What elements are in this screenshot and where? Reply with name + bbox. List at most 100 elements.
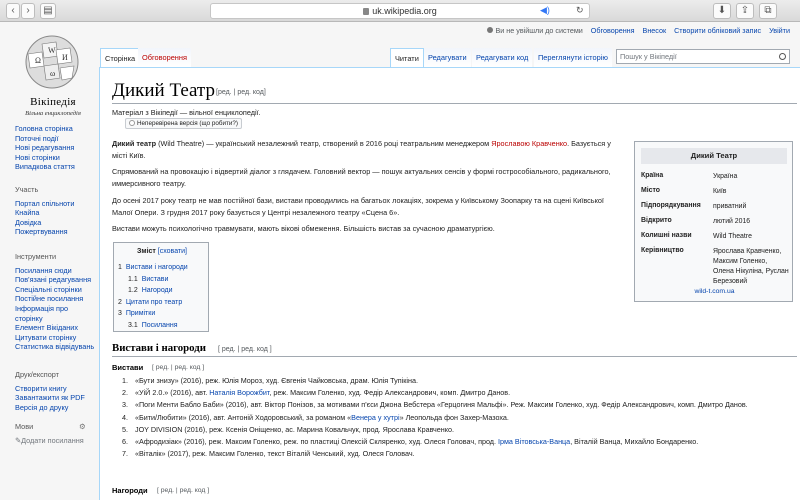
nav-link[interactable]: Випадкова стаття (15, 162, 97, 172)
subsection-edit-links[interactable]: [ ред. | ред. код ] (152, 364, 204, 371)
nav-link[interactable]: Портал спільноти (15, 199, 97, 209)
sidebar-toggle-button[interactable]: ▤ (40, 3, 56, 19)
subsection-edit-links[interactable]: [ ред. | ред. код ] (157, 487, 209, 494)
reload-icon[interactable]: ↻ (576, 3, 584, 17)
manager-link[interactable]: Ярославою Кравченко (491, 139, 567, 148)
page-title: Дикий Театр (112, 80, 215, 101)
tab-history[interactable]: Переглянути історію (534, 48, 612, 67)
back-button[interactable]: ‹ (6, 3, 20, 19)
nav-link[interactable]: Інформація про сторінку (15, 304, 97, 323)
list-item: 3. «Поги Менти Бабло Баби» (2016), авт. В… (122, 400, 748, 410)
infobox: Дикий Театр Країна Україна Місто Київ Підп… (634, 141, 793, 302)
producer-link[interactable]: Ірма Вітовська-Ванца (498, 437, 570, 446)
novel-link[interactable]: Венера у хутрі (351, 413, 399, 422)
toc-toggle[interactable]: [сховати] (158, 248, 187, 255)
unverified-badge[interactable]: Неперевірена версія (що робити?) (125, 118, 243, 129)
nav-link[interactable]: Постійне посилання (15, 294, 97, 304)
tab-talk[interactable]: Обговорення (138, 48, 191, 67)
nav-link[interactable]: Поточні події (15, 134, 97, 144)
plays-list: 1. «Бути знизу» (2016), реж. Юлія Мороз, … (122, 375, 772, 460)
toc-item[interactable]: 1.1 Вистави (118, 274, 188, 286)
paragraph-3: До осені 2017 року театр не мав постійно… (112, 196, 604, 218)
toc-item[interactable]: 3 Примітки (118, 308, 188, 320)
tab-edit-source[interactable]: Редагувати код (472, 48, 533, 67)
add-links-button[interactable]: ✎Додати посилання (15, 436, 97, 446)
nav-link[interactable]: Створити книгу (15, 384, 97, 394)
nav-link[interactable]: Довідка (15, 218, 97, 228)
sidebar: Ω W И ω Вікіпедія Вільна енциклопедія Го… (0, 22, 100, 500)
section-heading: Вистави і нагороди (112, 342, 206, 354)
contributions-link[interactable]: Внесок (643, 26, 667, 35)
toc-item[interactable]: 3.1 Посилання (118, 320, 188, 332)
not-logged-text: Ви не увійшли до системи (495, 26, 583, 35)
title-divider (112, 103, 797, 104)
forward-button[interactable]: › (21, 3, 35, 19)
address-bar[interactable]: uk.wikipedia.org (210, 3, 590, 19)
tab-page[interactable]: Сторінка (100, 48, 141, 67)
nav-link[interactable]: Елемент Вікіданих (15, 323, 97, 333)
tab-edit[interactable]: Редагувати (424, 48, 471, 67)
table-of-contents: Зміст [сховати] 1 Вистави і нагороди 1.1… (113, 242, 209, 332)
nav-heading: Друк/експорт (15, 370, 60, 379)
wikipedia-globe-logo[interactable]: Ω W И ω (22, 32, 82, 92)
nav-tools: Інструменти Посилання сюди Пов'язані ред… (15, 252, 97, 352)
nav-heading: Участь (15, 185, 39, 194)
nav-link[interactable]: Версія до друку (15, 403, 97, 413)
list-item: 6. «Афродизіак» (2016), реж. Максим Голен… (122, 437, 699, 447)
nav-link[interactable]: Пожертвування (15, 227, 97, 237)
tabs-button[interactable]: ⧉ (759, 3, 777, 19)
article-content: Дикий Театр [ред. | ред. код] Матеріал з… (99, 67, 800, 500)
tab-read[interactable]: Читати (390, 48, 424, 67)
title-edit-links[interactable]: [ред. | ред. код] (216, 89, 266, 96)
lock-icon (363, 8, 370, 15)
nav-link[interactable]: Посилання сюди (15, 266, 97, 276)
svg-text:Ω: Ω (35, 56, 41, 65)
website-link[interactable]: wild-t.com.ua (635, 288, 794, 295)
talk-link[interactable]: Обговорення (591, 26, 635, 35)
intro-paragraph: Дикий театр (Wild Theatre) — український… (112, 139, 611, 161)
info-icon (129, 120, 135, 126)
list-item: 7. «Віталік» (2017), реж. Максим Голенко,… (122, 449, 415, 459)
personal-tools: Ви не увійшли до системи Обговорення Вне… (487, 26, 790, 35)
infobox-title: Дикий Театр (641, 148, 787, 164)
logo-wordmark: Вікіпедія (30, 96, 76, 108)
download-button[interactable]: ⬇ (713, 3, 731, 19)
share-button[interactable]: ⇪ (736, 3, 754, 19)
nav-link[interactable]: Завантажити як PDF (15, 393, 97, 403)
nav-heading: Мови ⚙ (15, 422, 86, 432)
nav-main: Головна сторінка Поточні події Нові реда… (15, 124, 97, 172)
nav-link[interactable]: Цитувати сторінку (15, 333, 97, 343)
gear-icon[interactable]: ⚙ (79, 422, 86, 432)
login-link[interactable]: Увійти (769, 26, 790, 35)
nav-link[interactable]: Спеціальні сторінки (15, 285, 97, 295)
list-item: 2. «УіЙ 2.0.» (2016), авт. Наталія Ворожб… (122, 388, 511, 398)
nav-link[interactable]: Кнайпа (15, 208, 97, 218)
svg-text:И: И (62, 53, 68, 62)
toc-item[interactable]: 2 Цитати про театр (118, 297, 188, 309)
paragraph-4: Вистави можуть психологічно травмувати, … (112, 224, 495, 233)
subsection-heading-awards: Нагороди (112, 486, 148, 495)
create-account-link[interactable]: Створити обліковий запис (674, 26, 761, 35)
logo-subtitle: Вільна енциклопедія (25, 110, 81, 117)
search-input[interactable]: Пошук у Вікіпедії (616, 49, 790, 64)
list-item: 1. «Бути знизу» (2016), реж. Юлія Мороз, … (122, 376, 418, 385)
user-icon (487, 27, 494, 33)
audio-icon[interactable]: ◀) (540, 3, 550, 17)
nav-heading: Інструменти (15, 252, 57, 261)
nav-link[interactable]: Головна сторінка (15, 124, 97, 134)
site-tagline: Матеріал з Вікіпедії — вільної енциклопе… (112, 108, 261, 117)
toc-item[interactable]: 1 Вистави і нагороди (118, 262, 188, 274)
nav-link[interactable]: Нові сторінки (15, 153, 97, 163)
section-divider (112, 356, 797, 357)
search-icon[interactable] (779, 53, 786, 60)
author-link[interactable]: Наталія Ворожбит (209, 388, 269, 397)
toc-item[interactable]: 1.2 Нагороди (118, 285, 188, 297)
nav-link[interactable]: Статистика відвідувань (15, 342, 97, 352)
nav-link[interactable]: Пов'язані редагування (15, 275, 97, 285)
section-edit-links[interactable]: [ ред. | ред. код ] (218, 346, 272, 353)
svg-text:W: W (48, 46, 56, 55)
svg-text:ω: ω (50, 69, 55, 78)
list-item: 4. «Бити/Любити» (2016), авт. Антоній Ход… (122, 412, 509, 422)
nav-link[interactable]: Нові редагування (15, 143, 97, 153)
list-item: 5. JOY DIVISION (2016), реж. Ксенія Оніще… (122, 424, 454, 434)
